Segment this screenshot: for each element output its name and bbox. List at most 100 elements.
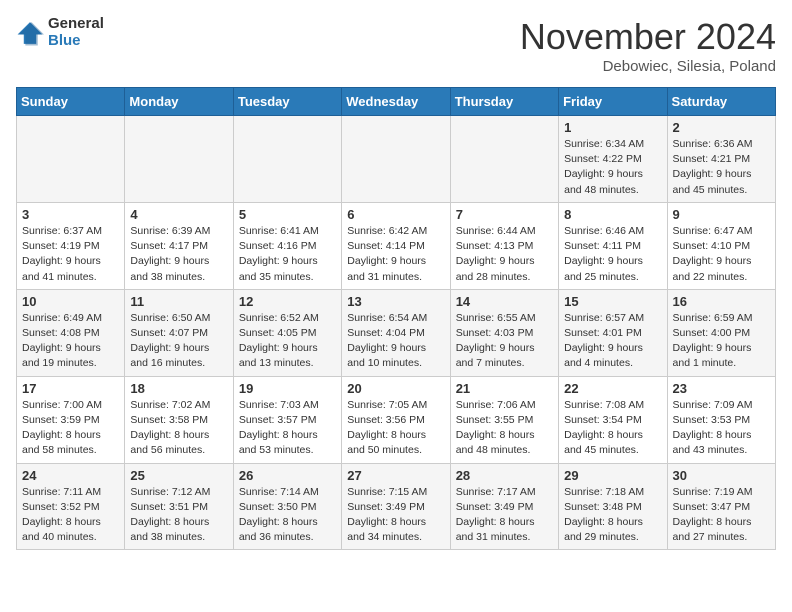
day-number: 14 (456, 294, 553, 309)
day-info: Sunrise: 7:09 AM Sunset: 3:53 PM Dayligh… (673, 398, 770, 459)
calendar-day-cell: 28 Sunrise: 7:17 AM Sunset: 3:49 PM Dayli… (450, 463, 558, 550)
day-info: Sunrise: 6:36 AM Sunset: 4:21 PM Dayligh… (673, 137, 770, 198)
calendar-day-cell: 5 Sunrise: 6:41 AM Sunset: 4:16 PM Daylig… (233, 202, 341, 289)
calendar-day-cell: 29Sunrise: 7:18 AM Sunset: 3:48 PM Dayli… (559, 463, 667, 550)
day-number: 9 (673, 207, 770, 222)
day-header-saturday: Saturday (667, 88, 775, 116)
logo-blue: Blue (48, 33, 104, 50)
day-number: 25 (130, 468, 227, 483)
day-number: 3 (22, 207, 119, 222)
title-block: November 2024 Debowiec, Silesia, Poland (520, 16, 776, 75)
day-number: 21 (456, 381, 553, 396)
calendar-week-row: 1 Sunrise: 6:34 AM Sunset: 4:22 PM Daylig… (17, 116, 776, 203)
calendar-day-cell: 14 Sunrise: 6:55 AM Sunset: 4:03 PM Dayli… (450, 289, 558, 376)
day-info: Sunrise: 7:05 AM Sunset: 3:56 PM Dayligh… (347, 398, 444, 459)
calendar-day-cell: 24 Sunrise: 7:11 AM Sunset: 3:52 PM Dayli… (17, 463, 125, 550)
calendar-day-cell: 13Sunrise: 6:54 AM Sunset: 4:04 PM Dayli… (342, 289, 450, 376)
day-info: Sunrise: 6:59 AM Sunset: 4:00 PM Dayligh… (673, 311, 770, 372)
day-info: Sunrise: 7:17 AM Sunset: 3:49 PM Dayligh… (456, 485, 553, 546)
calendar-day-cell: 7 Sunrise: 6:44 AM Sunset: 4:13 PM Daylig… (450, 202, 558, 289)
calendar-day-cell: 23 Sunrise: 7:09 AM Sunset: 3:53 PM Dayli… (667, 376, 775, 463)
day-info: Sunrise: 6:52 AM Sunset: 4:05 PM Dayligh… (239, 311, 336, 372)
calendar-day-cell: 1 Sunrise: 6:34 AM Sunset: 4:22 PM Daylig… (559, 116, 667, 203)
day-header-thursday: Thursday (450, 88, 558, 116)
calendar-day-cell: 17 Sunrise: 7:00 AM Sunset: 3:59 PM Dayli… (17, 376, 125, 463)
calendar-day-cell (342, 116, 450, 203)
day-info: Sunrise: 7:18 AM Sunset: 3:48 PM Dayligh… (564, 485, 661, 546)
day-info: Sunrise: 6:37 AM Sunset: 4:19 PM Dayligh… (22, 224, 119, 285)
day-info: Sunrise: 6:49 AM Sunset: 4:08 PM Dayligh… (22, 311, 119, 372)
day-info: Sunrise: 6:41 AM Sunset: 4:16 PM Dayligh… (239, 224, 336, 285)
calendar-day-cell (17, 116, 125, 203)
calendar-week-row: 24 Sunrise: 7:11 AM Sunset: 3:52 PM Dayli… (17, 463, 776, 550)
calendar-day-cell: 26Sunrise: 7:14 AM Sunset: 3:50 PM Dayli… (233, 463, 341, 550)
day-number: 17 (22, 381, 119, 396)
month-title: November 2024 (520, 16, 776, 58)
day-info: Sunrise: 6:54 AM Sunset: 4:04 PM Dayligh… (347, 311, 444, 372)
day-number: 16 (673, 294, 770, 309)
calendar-day-cell: 25 Sunrise: 7:12 AM Sunset: 3:51 PM Dayli… (125, 463, 233, 550)
day-number: 15 (564, 294, 661, 309)
day-number: 10 (22, 294, 119, 309)
calendar-day-cell: 22Sunrise: 7:08 AM Sunset: 3:54 PM Dayli… (559, 376, 667, 463)
calendar-day-cell: 2 Sunrise: 6:36 AM Sunset: 4:21 PM Daylig… (667, 116, 775, 203)
day-info: Sunrise: 6:46 AM Sunset: 4:11 PM Dayligh… (564, 224, 661, 285)
calendar-week-row: 17 Sunrise: 7:00 AM Sunset: 3:59 PM Dayli… (17, 376, 776, 463)
day-info: Sunrise: 6:39 AM Sunset: 4:17 PM Dayligh… (130, 224, 227, 285)
day-info: Sunrise: 7:00 AM Sunset: 3:59 PM Dayligh… (22, 398, 119, 459)
day-header-sunday: Sunday (17, 88, 125, 116)
calendar-day-cell: 10 Sunrise: 6:49 AM Sunset: 4:08 PM Dayli… (17, 289, 125, 376)
calendar-table: SundayMondayTuesdayWednesdayThursdayFrid… (16, 87, 776, 550)
logo: General Blue (16, 16, 104, 49)
day-number: 7 (456, 207, 553, 222)
calendar-day-cell: 20Sunrise: 7:05 AM Sunset: 3:56 PM Dayli… (342, 376, 450, 463)
day-info: Sunrise: 6:34 AM Sunset: 4:22 PM Dayligh… (564, 137, 661, 198)
logo-general: General (48, 16, 104, 33)
day-info: Sunrise: 6:55 AM Sunset: 4:03 PM Dayligh… (456, 311, 553, 372)
day-info: Sunrise: 7:12 AM Sunset: 3:51 PM Dayligh… (130, 485, 227, 546)
calendar-day-cell (125, 116, 233, 203)
day-number: 30 (673, 468, 770, 483)
calendar-day-cell (233, 116, 341, 203)
location: Debowiec, Silesia, Poland (520, 58, 776, 75)
calendar-day-cell: 11Sunrise: 6:50 AM Sunset: 4:07 PM Dayli… (125, 289, 233, 376)
calendar-day-cell: 16 Sunrise: 6:59 AM Sunset: 4:00 PM Dayli… (667, 289, 775, 376)
calendar-day-cell: 4Sunrise: 6:39 AM Sunset: 4:17 PM Daylig… (125, 202, 233, 289)
logo-text: General Blue (48, 16, 104, 49)
day-info: Sunrise: 7:14 AM Sunset: 3:50 PM Dayligh… (239, 485, 336, 546)
calendar-day-cell: 30Sunrise: 7:19 AM Sunset: 3:47 PM Dayli… (667, 463, 775, 550)
calendar-day-cell: 27Sunrise: 7:15 AM Sunset: 3:49 PM Dayli… (342, 463, 450, 550)
day-header-wednesday: Wednesday (342, 88, 450, 116)
day-info: Sunrise: 6:57 AM Sunset: 4:01 PM Dayligh… (564, 311, 661, 372)
day-info: Sunrise: 7:08 AM Sunset: 3:54 PM Dayligh… (564, 398, 661, 459)
day-number: 2 (673, 120, 770, 135)
day-number: 11 (130, 294, 227, 309)
day-header-friday: Friday (559, 88, 667, 116)
day-info: Sunrise: 6:44 AM Sunset: 4:13 PM Dayligh… (456, 224, 553, 285)
calendar-week-row: 10 Sunrise: 6:49 AM Sunset: 4:08 PM Dayli… (17, 289, 776, 376)
day-info: Sunrise: 7:06 AM Sunset: 3:55 PM Dayligh… (456, 398, 553, 459)
calendar-day-cell: 18Sunrise: 7:02 AM Sunset: 3:58 PM Dayli… (125, 376, 233, 463)
day-info: Sunrise: 7:11 AM Sunset: 3:52 PM Dayligh… (22, 485, 119, 546)
calendar-header-row: SundayMondayTuesdayWednesdayThursdayFrid… (17, 88, 776, 116)
day-info: Sunrise: 6:42 AM Sunset: 4:14 PM Dayligh… (347, 224, 444, 285)
day-number: 8 (564, 207, 661, 222)
day-number: 24 (22, 468, 119, 483)
calendar-week-row: 3 Sunrise: 6:37 AM Sunset: 4:19 PM Daylig… (17, 202, 776, 289)
calendar-day-cell: 6 Sunrise: 6:42 AM Sunset: 4:14 PM Daylig… (342, 202, 450, 289)
day-number: 5 (239, 207, 336, 222)
day-number: 1 (564, 120, 661, 135)
page-header: General Blue November 2024 Debowiec, Sil… (16, 16, 776, 75)
day-header-tuesday: Tuesday (233, 88, 341, 116)
day-number: 19 (239, 381, 336, 396)
day-number: 6 (347, 207, 444, 222)
day-number: 23 (673, 381, 770, 396)
day-info: Sunrise: 6:47 AM Sunset: 4:10 PM Dayligh… (673, 224, 770, 285)
day-info: Sunrise: 7:15 AM Sunset: 3:49 PM Dayligh… (347, 485, 444, 546)
day-number: 28 (456, 468, 553, 483)
calendar-day-cell: 19Sunrise: 7:03 AM Sunset: 3:57 PM Dayli… (233, 376, 341, 463)
calendar-day-cell (450, 116, 558, 203)
day-number: 12 (239, 294, 336, 309)
calendar-day-cell: 12 Sunrise: 6:52 AM Sunset: 4:05 PM Dayli… (233, 289, 341, 376)
day-header-monday: Monday (125, 88, 233, 116)
